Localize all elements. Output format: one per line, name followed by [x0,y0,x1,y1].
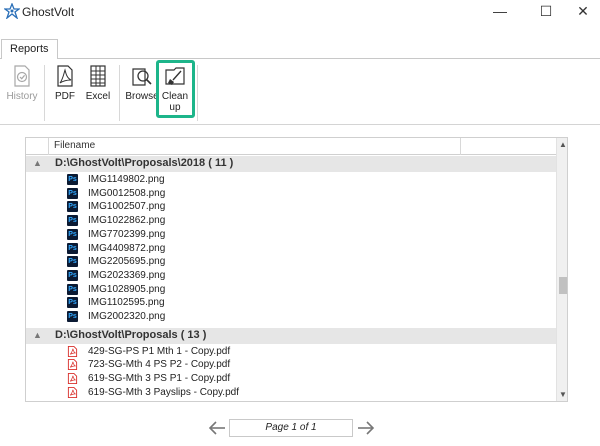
pdf-label: PDF [55,91,75,102]
close-button[interactable]: ✕ [563,0,600,22]
file-name: IMG1149802.png [88,174,165,185]
minimize-icon: — [493,3,507,19]
ribbon-toolbar: History PDF Excel Browse Clean up [0,59,600,125]
browse-label: Browse [125,91,159,102]
group-header-row[interactable]: ▲ D:\GhostVolt\Proposals\2018 ( 11 ) [26,156,556,172]
pdf-file-icon [67,386,78,398]
excel-icon [90,65,106,87]
photoshop-file-icon: Ps [67,297,78,309]
ribbon-separator [44,65,45,121]
file-name: IMG1022862.png [88,215,166,227]
file-name: IMG4409872.png [88,242,166,254]
file-name: IMG0012508.png [88,187,166,199]
ghostvolt-logo-icon [4,3,20,19]
file-name: 723-SG-Mth 4 PS P2 - Copy.pdf [88,359,231,371]
file-name: IMG1102595.png [88,297,165,309]
browse-icon [132,68,152,86]
photoshop-file-icon: Ps [67,174,78,185]
photoshop-file-icon: Ps [67,311,78,322]
file-row[interactable]: Ps IMG1028905.png [26,283,556,297]
vertical-scrollbar[interactable]: ▲ ▼ [556,138,567,401]
collapse-group-icon[interactable]: ▲ [33,158,42,168]
grid-header: Filename [26,138,556,155]
ribbon-tabs: Reports [0,37,600,60]
collapse-group-icon[interactable]: ▲ [33,330,42,340]
excel-label: Excel [85,91,111,102]
history-button[interactable]: History [6,61,38,119]
file-row[interactable]: Ps IMG1002507.png [26,200,556,214]
file-name: IMG2205695.png [88,256,166,268]
photoshop-file-icon: Ps [67,228,78,240]
file-row[interactable]: Ps IMG1102595.png [26,296,556,310]
photoshop-file-icon: Ps [67,242,78,254]
app-title: GhostVolt [22,5,75,19]
ribbon-separator [119,65,120,121]
file-name: IMG1028905.png [88,283,166,295]
pdf-file-icon [67,359,78,371]
file-row[interactable]: Ps IMG0012508.png [26,187,556,201]
file-name: 619-SG-Mth 3 Payslips - Copy.pdf [88,386,239,398]
file-row[interactable]: Ps IMG2023369.png [26,269,556,283]
file-row[interactable]: Ps IMG2205695.png [26,255,556,269]
maximize-button[interactable]: ☐ [526,0,566,22]
file-row[interactable]: 619-SG-Mth 3 PS P1 - Copy.pdf [26,372,556,386]
file-row[interactable]: Ps IMG4409872.png [26,242,556,256]
group-title: D:\GhostVolt\Proposals ( 13 ) [55,328,207,341]
scroll-down-icon[interactable]: ▼ [559,390,567,399]
ribbon-separator [197,65,198,121]
photoshop-file-icon: Ps [67,187,78,199]
file-row[interactable]: Ps IMG1022862.png [26,214,556,228]
photoshop-file-icon: Ps [67,269,78,281]
file-name: 619-SG-Mth 3 PS P1 - Copy.pdf [88,373,231,385]
previous-page-icon[interactable] [207,418,227,438]
file-row[interactable]: 521-SG-Mth 2 PS P2 - Copy.pdf [26,400,556,402]
photoshop-file-icon: Ps [67,201,78,213]
file-row[interactable]: 429-SG-PS P1 Mth 1 - Copy.pdf [26,345,556,359]
pdf-file-icon [67,400,75,401]
excel-button[interactable]: Excel [84,61,112,119]
file-row[interactable]: Ps IMG2002320.png [26,310,556,324]
title-bar: GhostVolt — ☐ ✕ [0,0,600,24]
pdf-file-icon [67,373,78,385]
history-label: History [6,91,38,102]
browse-button[interactable]: Browse [125,61,159,119]
file-name: IMG2002320.png [88,311,166,322]
file-name: IMG1002507.png [88,201,166,213]
report-grid: Filename ▲ D:\GhostVolt\Proposals\2018 ( … [25,137,568,402]
file-name: IMG2023369.png [88,269,166,281]
photoshop-file-icon: Ps [67,215,78,227]
history-icon [14,65,30,87]
cleanup-highlight-box [156,60,195,118]
minimize-button[interactable]: — [480,0,520,22]
file-row[interactable]: 619-SG-Mth 3 Payslips - Copy.pdf [26,386,556,400]
file-row[interactable]: 723-SG-Mth 4 PS P2 - Copy.pdf [26,358,556,372]
photoshop-file-icon: Ps [67,283,78,295]
page-indicator: Page 1 of 1 [229,419,353,437]
group-title: D:\GhostVolt\Proposals\2018 ( 11 ) [55,157,234,169]
file-name: 429-SG-PS P1 Mth 1 - Copy.pdf [88,345,231,357]
next-page-icon[interactable] [356,418,376,438]
header-divider [48,138,49,155]
header-divider [460,138,461,155]
pdf-icon [57,65,73,87]
file-name: IMG7702399.png [88,228,166,240]
close-icon: ✕ [577,2,589,19]
pdf-file-icon [67,345,78,357]
file-name: 521-SG-Mth 2 PS P2 - Copy.pdf [88,400,230,402]
maximize-icon: ☐ [539,2,553,19]
scroll-up-icon[interactable]: ▲ [559,140,567,149]
column-header-filename[interactable]: Filename [54,140,95,151]
pdf-button[interactable]: PDF [52,61,78,119]
file-row[interactable]: Ps IMG1149802.png [26,173,556,187]
photoshop-file-icon: Ps [67,256,78,268]
tab-reports[interactable]: Reports [1,39,58,60]
file-row[interactable]: Ps IMG7702399.png [26,228,556,242]
scroll-thumb[interactable] [559,277,567,294]
group-header-row[interactable]: ▲ D:\GhostVolt\Proposals ( 13 ) [26,327,556,344]
